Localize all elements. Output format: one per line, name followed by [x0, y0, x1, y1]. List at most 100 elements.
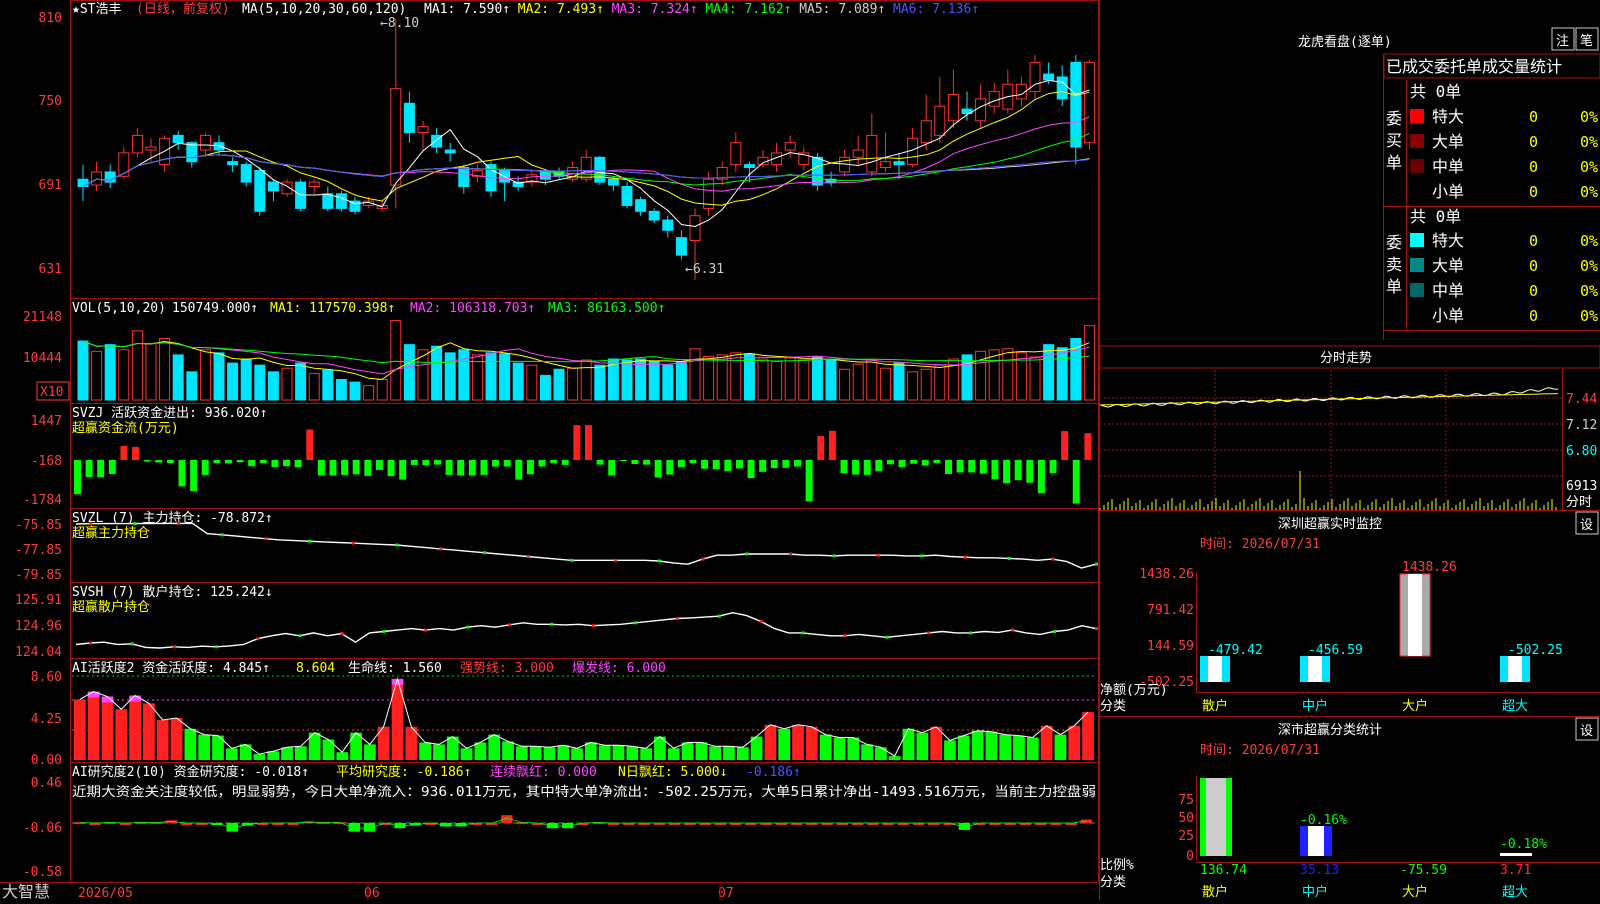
activity-bar — [916, 732, 929, 760]
svzl-point — [963, 555, 967, 559]
research-bar — [348, 823, 361, 832]
flow-bar — [74, 460, 81, 495]
activity-bar — [1082, 712, 1094, 760]
intraday-tick-1: 7.12 — [1566, 418, 1597, 433]
activity-bar — [1040, 725, 1053, 760]
svzl-point — [657, 559, 661, 563]
tab-done[interactable]: 已成交 — [1386, 57, 1434, 76]
flow-bar — [492, 460, 500, 467]
price-tick-1: 750 — [39, 94, 62, 109]
buy-row-pct: 0% — [1580, 183, 1598, 201]
sell-label-char: 单 — [1386, 277, 1402, 296]
candle — [308, 181, 320, 187]
flow-bar — [898, 460, 906, 468]
activity-bar — [778, 728, 791, 760]
candle — [934, 105, 946, 136]
stats-value: 35.13 — [1300, 863, 1339, 878]
activity-bar — [985, 731, 998, 760]
dragon-title: 龙虎看盘(逐单) — [1298, 34, 1392, 50]
buy-total: 共 0单 — [1410, 82, 1461, 101]
flow-bar — [457, 460, 465, 476]
activity-bar — [488, 734, 501, 760]
stats-value: 136.74 — [1200, 863, 1247, 878]
flow-bar — [724, 460, 732, 472]
volume-bar — [893, 362, 905, 401]
svzl-point — [395, 543, 399, 547]
buy-row-count: 0 — [1529, 133, 1538, 151]
volume-bar — [159, 338, 171, 401]
flow-bar — [805, 460, 813, 502]
flow-bar — [1084, 433, 1092, 460]
volume-bar — [771, 361, 783, 401]
flow-bar — [666, 460, 674, 475]
activity-bar — [847, 737, 860, 760]
candle — [1056, 76, 1068, 100]
flow-bar — [259, 460, 267, 464]
candle — [1083, 61, 1095, 144]
activity-bar — [225, 748, 238, 760]
stats-title: 深市超赢分类统计 — [1278, 722, 1382, 738]
activity-bar — [281, 747, 293, 760]
stats-value: -75.59 — [1400, 863, 1447, 878]
buy-row-count: 0 — [1529, 183, 1538, 201]
svzl-point — [177, 521, 180, 525]
flow-bar — [317, 460, 325, 476]
flow-bar — [515, 460, 523, 480]
flow-bar — [956, 460, 964, 473]
sell-label-char: 卖 — [1386, 255, 1402, 274]
date-label-0: 2026/05 — [78, 886, 133, 900]
activity-bar — [170, 718, 183, 760]
svsh-point — [927, 631, 931, 635]
candle — [975, 98, 987, 122]
buy-row-name: 大单 — [1432, 132, 1464, 151]
flow-bar — [468, 460, 476, 476]
flow-bar — [991, 460, 999, 480]
volume-bar — [635, 358, 647, 401]
buy-row-swatch — [1410, 134, 1424, 148]
volume-bar — [553, 368, 565, 401]
activity-bar — [792, 724, 804, 760]
flow-bar — [201, 460, 209, 475]
stats-cat: 超大 — [1502, 885, 1528, 900]
svzl-tick-1: -77.85 — [15, 543, 62, 558]
svsh-point — [633, 621, 637, 625]
svsh-point — [675, 617, 679, 621]
flow-bar — [585, 425, 592, 460]
activity-bar — [667, 748, 680, 760]
candle — [893, 161, 905, 166]
volume-bar — [281, 367, 293, 401]
activity-peak — [87, 691, 100, 698]
flow-bar — [178, 460, 186, 487]
sell-row-pct: 0% — [1580, 307, 1598, 325]
candle — [335, 193, 347, 209]
stats-value: 3.71 — [1500, 863, 1531, 878]
ai1-burst: 爆发线: 6.000 — [572, 660, 666, 676]
sell-row-pct: 0% — [1580, 232, 1598, 250]
candle — [539, 171, 551, 180]
flow-bar — [596, 460, 604, 465]
activity-bar — [198, 734, 211, 760]
flow-bar — [1014, 460, 1022, 481]
volume-bar — [961, 354, 973, 401]
candle — [77, 178, 89, 187]
flow-bar — [341, 460, 349, 475]
flow-bar — [840, 460, 848, 474]
candle — [947, 94, 959, 122]
vol-tick-1: 10444 — [23, 351, 62, 366]
stats-set-label: 设 — [1580, 724, 1593, 739]
price-tick-0: 810 — [39, 11, 62, 26]
candle — [145, 146, 157, 151]
buy-row-name: 中单 — [1432, 157, 1464, 176]
flow-bar — [677, 460, 685, 468]
monitor-set-label: 设 — [1580, 518, 1593, 533]
stats-bar — [1500, 853, 1532, 856]
ai2-red: 连续飘红: 0.000 — [490, 764, 597, 780]
sell-row-swatch — [1410, 283, 1424, 297]
activity-bar — [723, 746, 735, 760]
flow-bar — [654, 460, 662, 478]
candle — [648, 210, 660, 221]
tab-volume[interactable]: 成交量统计 — [1482, 57, 1562, 76]
sell-row-swatch — [1410, 258, 1424, 272]
tab-orders[interactable]: 委托单 — [1434, 57, 1482, 76]
activity-bar — [764, 724, 777, 760]
